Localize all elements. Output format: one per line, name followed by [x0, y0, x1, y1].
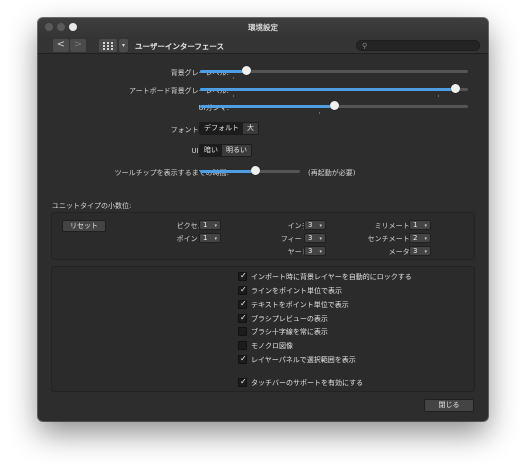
- unit-select-inch[interactable]: 3 ▾: [304, 220, 326, 230]
- slider-knob[interactable]: [251, 166, 260, 175]
- slider-fill: [200, 170, 255, 173]
- font-size-default[interactable]: デフォルト: [200, 123, 243, 134]
- preferences-window: 環境設定 < > ▾ ユーザーインターフェース ⚲ 背景グレーレベル: アートボー…: [38, 18, 488, 421]
- checkmark-icon: ✓: [240, 377, 247, 386]
- checkbox-label: ブラシプレビューの表示: [251, 314, 328, 323]
- toolbar: < > ▾ ユーザーインターフェース ⚲: [38, 37, 488, 54]
- checkbox-row-5[interactable]: モノクロ図像: [238, 340, 293, 351]
- unit-select-meter[interactable]: 3 ▾: [409, 246, 431, 256]
- checkbox[interactable]: ✓: [238, 377, 247, 387]
- checkbox-label: ブラシ十字線を常に表示: [251, 327, 328, 336]
- unit-select-feet[interactable]: 3 ▾: [304, 233, 326, 243]
- unit-select-pixel[interactable]: 1 ▾: [199, 220, 221, 230]
- checkbox[interactable]: [238, 327, 247, 336]
- ui-style-segmented[interactable]: 暗い 明るい: [199, 144, 252, 157]
- checkbox-row-0[interactable]: ✓ インポート時に背景レイヤーを自動的にロックする: [238, 271, 412, 282]
- slider-tick: [233, 77, 234, 79]
- unit-select-millimeter[interactable]: 1 ▾: [409, 220, 431, 230]
- checkbox[interactable]: ✓: [238, 313, 247, 323]
- checkbox-row-1[interactable]: ✓ ラインをポイント単位で表示: [238, 285, 342, 296]
- checkmark-icon: ✓: [240, 354, 247, 363]
- slider-3[interactable]: [200, 166, 300, 178]
- checkbox-row-6[interactable]: ✓ レイヤーパネルで選択範囲を表示: [238, 354, 356, 365]
- unit-select-yard[interactable]: 3 ▾: [304, 246, 326, 256]
- checkbox-label: ラインをポイント単位で表示: [251, 286, 342, 295]
- window-title: 環境設定: [248, 23, 278, 32]
- unit-select-centimeter[interactable]: 2 ▾: [409, 233, 431, 243]
- slider-tick: [233, 95, 234, 97]
- slider-1[interactable]: [200, 84, 468, 97]
- checkbox[interactable]: ✓: [238, 271, 247, 281]
- restart-required-note: (再起動が必要): [308, 169, 356, 177]
- checkmark-icon: ✓: [240, 299, 247, 308]
- grid-dropdown-button[interactable]: ▾: [119, 39, 128, 52]
- font-size-large[interactable]: 大: [243, 123, 258, 134]
- unit-select-point[interactable]: 1 ▾: [199, 233, 221, 243]
- checkbox-label: テキストをポイント単位で表示: [251, 300, 349, 309]
- ui-style-dark[interactable]: 暗い: [200, 145, 222, 156]
- close-button[interactable]: 閉じる: [424, 399, 474, 412]
- checkbox-row-2[interactable]: ✓ テキストをポイント単位で表示: [238, 299, 349, 310]
- show-all-grid-icon[interactable]: [99, 39, 117, 52]
- slider-2[interactable]: [200, 101, 468, 114]
- pane-title: ユーザーインターフェース: [135, 42, 225, 51]
- checkbox-row-3[interactable]: ✓ ブラシプレビューの表示: [238, 313, 328, 324]
- units-section-title: ユニットタイプの小数位:: [52, 202, 132, 210]
- slider-tick: [438, 95, 439, 97]
- ui-style-light[interactable]: 明るい: [222, 145, 251, 156]
- slider-knob[interactable]: [450, 84, 460, 93]
- checkbox-label: タッチバーのサポートを有効にする: [251, 378, 364, 387]
- slider-fill: [200, 88, 455, 91]
- font-size-segmented[interactable]: デフォルト 大: [199, 122, 259, 135]
- slider-knob[interactable]: [241, 66, 251, 75]
- checkbox[interactable]: [238, 341, 247, 350]
- slider-tick: [319, 112, 320, 114]
- checkmark-icon: ✓: [240, 285, 247, 294]
- checkbox[interactable]: ✓: [238, 299, 247, 309]
- checkbox-label: レイヤーパネルで選択範囲を表示: [251, 355, 356, 364]
- reset-button[interactable]: リセット: [62, 220, 106, 232]
- checkbox-row-7[interactable]: ✓ タッチバーのサポートを有効にする: [238, 377, 363, 388]
- checkmark-icon: ✓: [240, 313, 247, 322]
- forward-button[interactable]: >: [70, 39, 86, 52]
- checkbox[interactable]: ✓: [238, 285, 247, 295]
- slider-0[interactable]: [200, 66, 468, 79]
- back-button[interactable]: <: [53, 39, 69, 52]
- slider-fill: [200, 70, 246, 73]
- units-panel: リセット ピクセル: 1 ▾ ポイント: 1 ▾ インチ: 3 ▾ フィート: 3 ▾ …: [51, 212, 475, 260]
- checkbox-label: インポート時に背景レイヤーを自動的にロックする: [251, 272, 412, 281]
- search-input[interactable]: ⚲: [356, 40, 480, 51]
- checkbox[interactable]: ✓: [238, 354, 247, 364]
- checkbox-row-4[interactable]: ブラシ十字線を常に表示: [238, 326, 328, 337]
- title-bar: 環境設定: [38, 18, 488, 37]
- search-icon: ⚲: [362, 42, 368, 50]
- checkmark-icon: ✓: [240, 271, 247, 280]
- checkbox-label: モノクロ図像: [251, 341, 293, 350]
- slider-knob[interactable]: [330, 101, 339, 110]
- slider-fill: [200, 105, 334, 108]
